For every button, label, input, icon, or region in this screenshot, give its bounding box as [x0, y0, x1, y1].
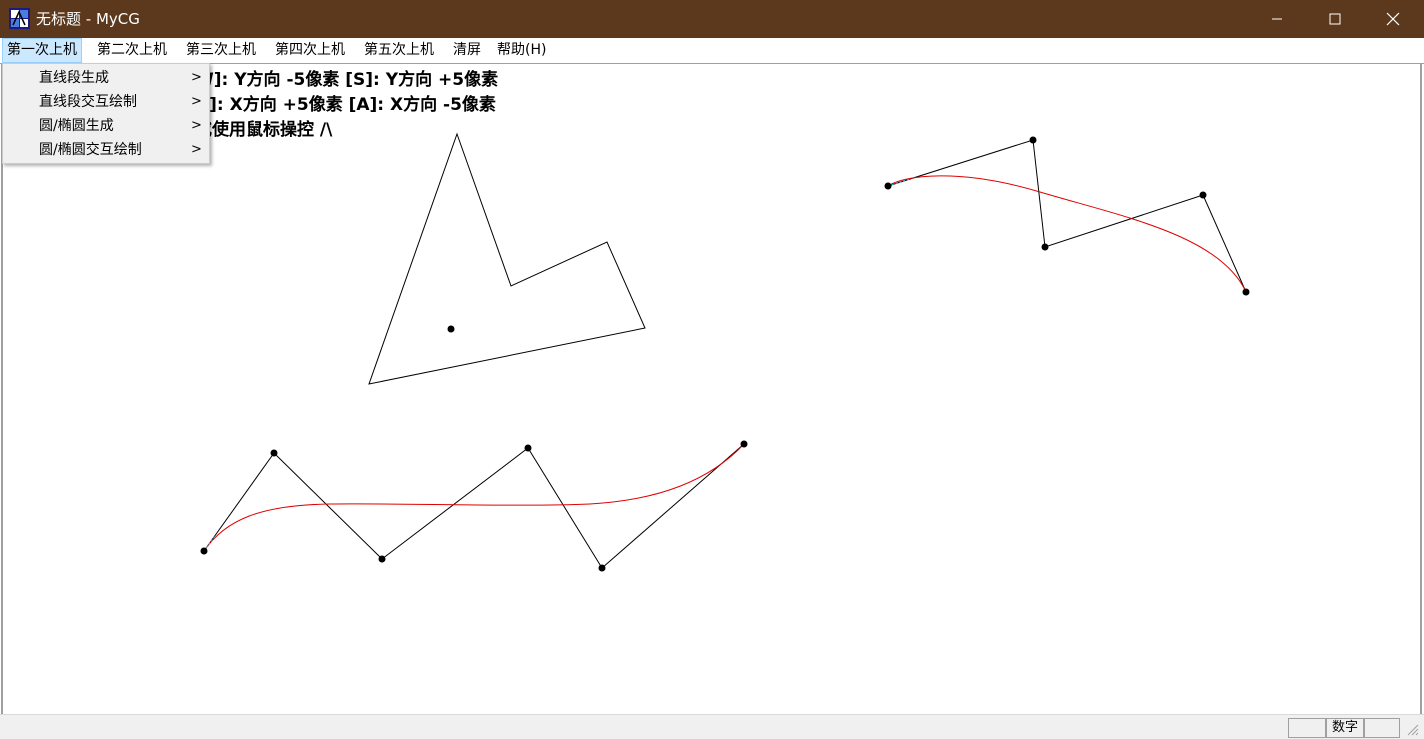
- control-point[interactable]: [1029, 136, 1037, 144]
- bezier-start-tangent-right: [887, 178, 911, 187]
- dropdown-item-circle-interactive[interactable]: 圆/椭圆交互绘制 >: [4, 138, 208, 162]
- submenu-arrow-icon: >: [191, 118, 202, 133]
- status-pane-numlock: 数字: [1326, 718, 1364, 738]
- close-button[interactable]: [1364, 0, 1422, 38]
- menu-clear-screen[interactable]: 清屏: [449, 38, 485, 63]
- control-point[interactable]: [524, 444, 532, 452]
- menu-fifth-lab[interactable]: 第五次上机: [360, 38, 438, 63]
- window-title: 无标题 - MyCG: [36, 10, 140, 28]
- control-point[interactable]: [1199, 191, 1207, 199]
- control-point[interactable]: [200, 547, 208, 555]
- title-bar[interactable]: 无标题 - MyCG: [0, 0, 1424, 38]
- polygon-seed-point: [447, 325, 455, 333]
- submenu-arrow-icon: >: [191, 70, 202, 85]
- bezier-control-polygon-right: [887, 139, 1247, 293]
- dropdown-item-label: 直线段生成: [39, 70, 109, 86]
- control-point[interactable]: [270, 449, 278, 457]
- maximize-button[interactable]: [1306, 0, 1364, 38]
- dropdown-item-circle-generation[interactable]: 圆/椭圆生成 >: [4, 114, 208, 138]
- bezier-start-tangent-bottom: [203, 534, 217, 552]
- resize-grip-icon[interactable]: [1404, 721, 1420, 737]
- polygon-shape: [368, 132, 646, 385]
- bezier-curve-right: [887, 175, 1247, 293]
- control-point[interactable]: [1242, 288, 1250, 296]
- status-pane-caps: [1288, 718, 1326, 738]
- menu-third-lab[interactable]: 第三次上机: [182, 38, 260, 63]
- hint-line-3: 或使用鼠标操控 /\: [195, 120, 333, 140]
- minimize-icon: [1272, 18, 1282, 20]
- control-point[interactable]: [884, 182, 892, 190]
- control-point[interactable]: [740, 440, 748, 448]
- hint-line-1: W]: Y方向 -5像素 [S]: Y方向 +5像素: [195, 70, 499, 90]
- dropdown-menu: 直线段生成 > 直线段交互绘制 > 圆/椭圆生成 > 圆/椭圆交互绘制 >: [2, 63, 210, 164]
- minimize-button[interactable]: [1248, 0, 1306, 38]
- client-top-border: [0, 63, 1424, 64]
- status-pane-scroll: [1364, 718, 1400, 738]
- status-bar: 数字: [0, 714, 1424, 739]
- control-point[interactable]: [1041, 243, 1049, 251]
- hint-line-2: D]: X方向 +5像素 [A]: X方向 -5像素: [195, 95, 496, 115]
- dropdown-item-label: 圆/椭圆交互绘制: [39, 142, 142, 158]
- menu-help[interactable]: 帮助(H): [493, 38, 550, 63]
- bezier-curve-bottom: [203, 443, 745, 552]
- maximize-icon: [1329, 13, 1341, 25]
- bezier-control-polygon-bottom: [203, 443, 745, 569]
- app-icon: [9, 8, 30, 29]
- close-icon: [1386, 12, 1400, 26]
- control-points-right: [884, 136, 1250, 296]
- submenu-arrow-icon: >: [191, 142, 202, 157]
- dropdown-item-label: 圆/椭圆生成: [39, 118, 114, 134]
- submenu-arrow-icon: >: [191, 94, 202, 109]
- control-point[interactable]: [598, 564, 606, 572]
- menu-first-lab[interactable]: 第一次上机: [2, 38, 82, 63]
- dropdown-item-label: 直线段交互绘制: [39, 94, 137, 110]
- menu-fourth-lab[interactable]: 第四次上机: [271, 38, 349, 63]
- client-right-border: [1420, 64, 1422, 714]
- menu-bar: 第一次上机 第二次上机 第三次上机 第四次上机 第五次上机 清屏 帮助(H): [0, 38, 1424, 63]
- dropdown-item-line-generation[interactable]: 直线段生成 >: [4, 66, 208, 90]
- control-points-bottom: [200, 440, 748, 572]
- control-point[interactable]: [378, 555, 386, 563]
- menu-second-lab[interactable]: 第二次上机: [93, 38, 171, 63]
- dropdown-item-line-interactive[interactable]: 直线段交互绘制 >: [4, 90, 208, 114]
